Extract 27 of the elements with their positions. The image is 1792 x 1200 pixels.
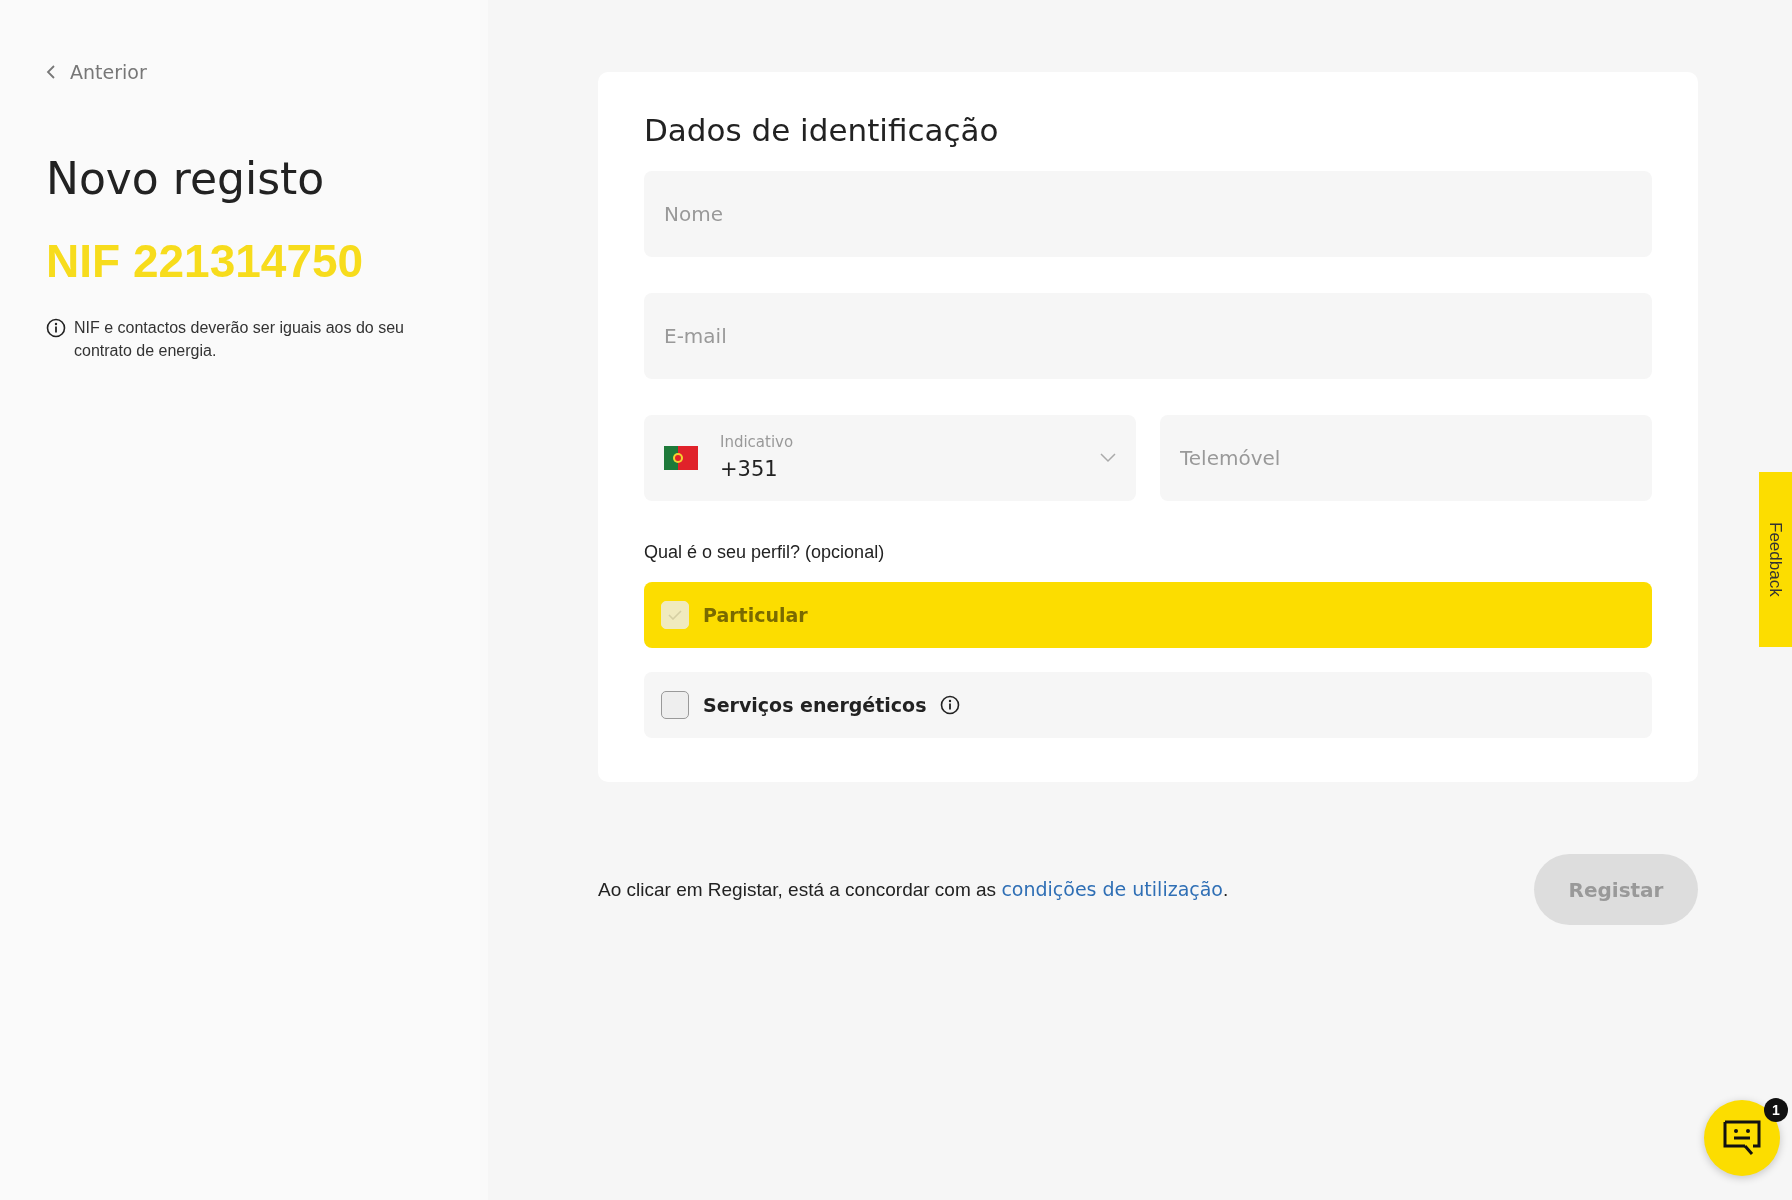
- name-field[interactable]: Nome: [644, 171, 1652, 258]
- phone-field[interactable]: Telemóvel: [1160, 415, 1652, 502]
- checkbox[interactable]: [661, 691, 689, 720]
- back-link[interactable]: Anterior: [46, 58, 147, 87]
- profile-label: Serviços energéticos: [703, 692, 927, 718]
- profile-label: Particular: [703, 602, 808, 628]
- country-code-label: Indicativo: [720, 432, 795, 454]
- info-note: NIF e contactos deverão ser iguais aos do seu contrato de energia.: [74, 318, 405, 362]
- email-field[interactable]: E-mail: [644, 293, 1652, 380]
- country-code-select[interactable]: Indicativo +351: [644, 415, 1136, 502]
- info-icon: [46, 318, 66, 339]
- page-heading: Novo registo: [46, 152, 326, 206]
- chevron-down-icon: [1100, 453, 1116, 464]
- check-icon: [668, 610, 682, 621]
- form-title: Dados de identificação: [644, 112, 1000, 150]
- smiley-chat-icon: [1722, 1119, 1762, 1157]
- nif-number: NIF 221314750: [46, 234, 365, 290]
- feedback-tab[interactable]: Feedback: [1759, 472, 1792, 647]
- profile-question: Qual é o seu perfil? (opcional): [644, 541, 886, 565]
- chat-button[interactable]: [1704, 1100, 1780, 1176]
- flag-icon: [664, 446, 698, 471]
- terms-link[interactable]: condições de utilização: [1001, 877, 1223, 900]
- terms-notice: Ao clicar em Registar, está a concordar com as condições de utilização.: [598, 876, 1229, 902]
- chevron-left-icon: [46, 65, 56, 80]
- country-code-value: +351: [720, 455, 779, 483]
- notification-badge: 1: [1764, 1098, 1788, 1122]
- profile-option[interactable]: Serviços energéticos: [644, 672, 1652, 739]
